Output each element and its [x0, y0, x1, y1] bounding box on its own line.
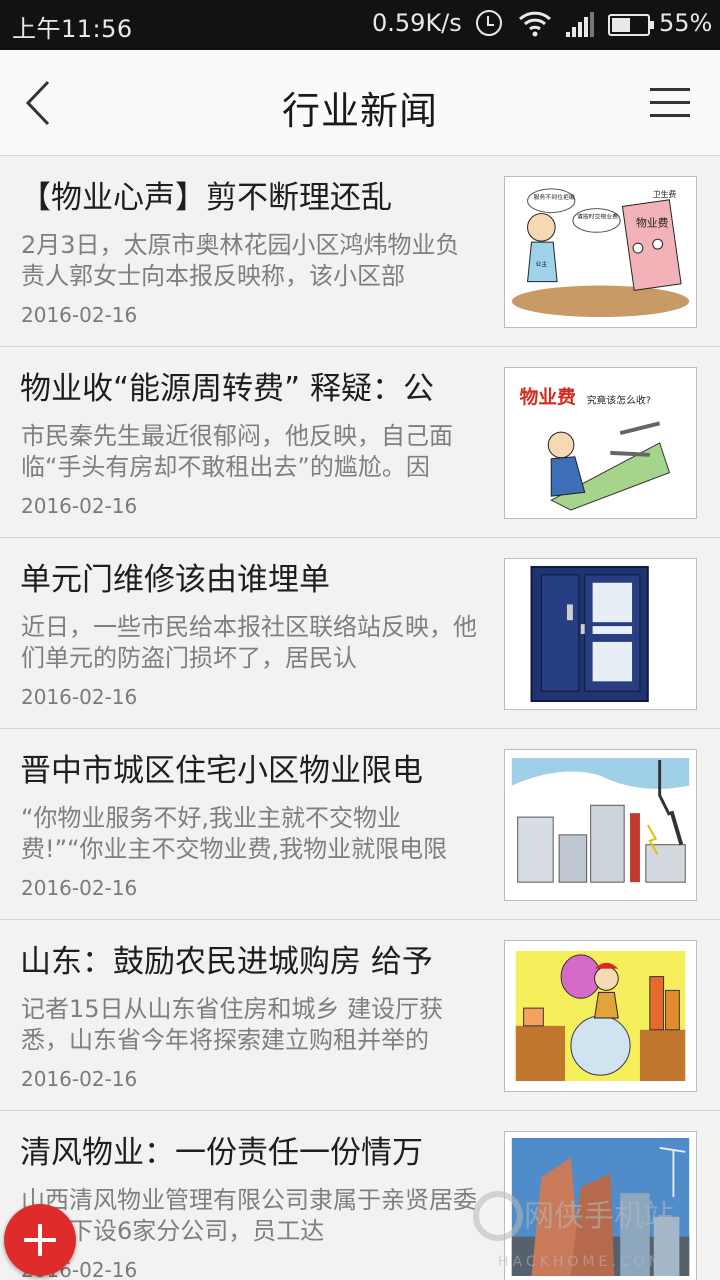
news-title: 清风物业：一份责任一份情万 — [20, 1135, 423, 1171]
status-bar: 上午11:56 0.59K/s 55% — [0, 0, 720, 50]
hamburger-menu-icon — [650, 88, 690, 91]
signal-icon — [566, 12, 596, 38]
news-summary: 山西清风物业管理有限公司隶属于亲贤居委会，下设6家分公司，员工达 — [21, 1186, 477, 1245]
svg-text:卫生费: 卫生费 — [653, 189, 677, 199]
news-thumbnail[interactable]: 服务不到位拒缴 请按时交物业费 卫生费 物业费 业主 — [504, 176, 697, 328]
news-item[interactable]: 单元门维修该由谁埋单 近日，一些市民给本报社区联络站反映，他们单元的防盗门损坏了… — [0, 538, 720, 729]
news-thumbnail[interactable] — [504, 558, 697, 710]
news-date: 2016-02-16 — [21, 494, 138, 518]
property-fee-cartoon: 物业费 究竟该怎么收? — [511, 374, 690, 512]
farmer-moving-to-city-cartoon — [511, 947, 690, 1085]
security-door-photo — [511, 565, 690, 703]
svg-text:物业费: 物业费 — [636, 215, 669, 229]
watermark-site: HACKHOME.COM — [498, 1254, 665, 1270]
watermark: 网侠手机站 HACKHOME.COM — [470, 1182, 720, 1280]
menu-button[interactable] — [650, 88, 690, 118]
news-summary: “你物业服务不好,我业主就不交物业费!”“你业主不交物业费,我物业就限电限 — [21, 804, 448, 863]
app-header: 行业新闻 — [0, 50, 720, 156]
wifi-icon — [518, 10, 552, 44]
news-date: 2016-02-16 — [21, 1067, 138, 1091]
news-date: 2016-02-16 — [21, 876, 138, 900]
news-list: 【物业心声】剪不断理还乱 2月3日，太原市奥林花园小区鸿炜物业负责人郭女士向本报… — [0, 156, 720, 1280]
news-thumbnail[interactable] — [504, 749, 697, 901]
page-title: 行业新闻 — [281, 89, 438, 133]
news-title: 单元门维修该由谁埋单 — [20, 562, 330, 598]
watermark-brand: 网侠手机站 — [524, 1199, 674, 1234]
power-restriction-illustration — [511, 756, 690, 894]
news-title: 山东：鼓励农民进城购房 给予 — [20, 944, 433, 980]
svg-text:业主: 业主 — [535, 260, 547, 268]
svg-text:请按时交物业费: 请按时交物业费 — [577, 212, 618, 220]
news-summary: 市民秦先生最近很郁闷，他反映，自己面临“手头有房却不敢租出去”的尴尬。因 — [21, 422, 453, 481]
alarm-icon — [476, 10, 502, 36]
news-date: 2016-02-16 — [21, 685, 138, 709]
battery-icon — [608, 14, 654, 36]
news-thumbnail[interactable]: 物业费 究竟该怎么收? — [504, 367, 697, 519]
svg-text:物业费: 物业费 — [520, 387, 576, 409]
news-summary: 2月3日，太原市奥林花园小区鸿炜物业负责人郭女士向本报反映称，该小区部 — [21, 231, 460, 290]
news-thumbnail[interactable] — [504, 940, 697, 1092]
property-dispute-cartoon: 服务不到位拒缴 请按时交物业费 卫生费 物业费 业主 — [511, 183, 690, 321]
news-title: 晋中市城区住宅小区物业限电 — [20, 753, 423, 789]
news-title: 物业收“能源周转费” 释疑：公 — [20, 371, 434, 407]
news-date: 2016-02-16 — [21, 303, 138, 327]
svg-text:究竟该怎么收?: 究竟该怎么收? — [587, 394, 651, 407]
status-time: 上午11:56 — [12, 15, 133, 43]
svg-text:服务不到位拒缴: 服务不到位拒缴 — [533, 193, 574, 201]
news-title: 【物业心声】剪不断理还乱 — [20, 180, 392, 216]
news-item[interactable]: 晋中市城区住宅小区物业限电 “你物业服务不好,我业主就不交物业费!”“你业主不交… — [0, 729, 720, 920]
news-summary: 近日，一些市民给本报社区联络站反映，他们单元的防盗门损坏了，居民认 — [21, 613, 477, 672]
news-item[interactable]: 【物业心声】剪不断理还乱 2月3日，太原市奥林花园小区鸿炜物业负责人郭女士向本报… — [0, 156, 720, 347]
add-button[interactable] — [4, 1204, 76, 1276]
battery-percent: 55% — [659, 9, 713, 37]
network-speed: 0.59K/s — [372, 9, 462, 37]
news-item[interactable]: 山东：鼓励农民进城购房 给予 记者15日从山东省住房和城乡 建设厅获悉，山东省今… — [0, 920, 720, 1111]
news-summary: 记者15日从山东省住房和城乡 建设厅获悉，山东省今年将探索建立购租并举的 — [21, 995, 444, 1054]
news-item[interactable]: 物业收“能源周转费” 释疑：公 市民秦先生最近很郁闷，他反映，自己面临“手头有房… — [0, 347, 720, 538]
